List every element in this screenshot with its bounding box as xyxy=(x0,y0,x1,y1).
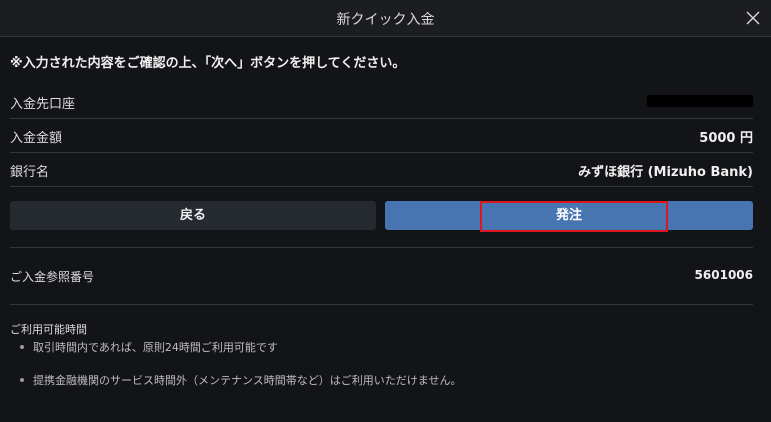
close-button[interactable] xyxy=(744,9,762,27)
reference-label: ご入金参照番号 xyxy=(10,270,95,284)
close-icon[interactable] xyxy=(744,9,762,27)
confirmation-notice: ※入力された内容をご確認の上、「次へ」ボタンを押してください。 xyxy=(10,56,406,71)
reference-value: 5601006 xyxy=(694,268,753,282)
detail-row-account: 入金先口座 xyxy=(10,85,753,119)
divider xyxy=(10,304,753,305)
list-item: 取引時間内であれば、原則24時間ご利用可能です xyxy=(20,339,278,355)
back-button[interactable]: 戻る xyxy=(10,201,376,230)
detail-value-bank: みずほ銀行 (Mizuho Bank) xyxy=(578,165,753,180)
quick-deposit-dialog: 新クイック入金 ※入力された内容をご確認の上、「次へ」ボタンを押してください。 … xyxy=(0,0,771,422)
order-button[interactable]: 発注 xyxy=(385,201,753,230)
dialog-titlebar: 新クイック入金 xyxy=(0,0,771,37)
bullet-icon xyxy=(20,345,24,349)
available-hours-title: ご利用可能時間 xyxy=(10,323,87,336)
detail-label-amount: 入金金額 xyxy=(10,131,63,146)
bullet-icon xyxy=(20,378,24,382)
dialog-title: 新クイック入金 xyxy=(336,12,435,28)
hours-item-text: 提携金融機関のサービス時間外（メンテナンス時間帯など）はご利用いただけません。 xyxy=(33,374,462,387)
hours-item-text: 取引時間内であれば、原則24時間ご利用可能です xyxy=(33,341,278,354)
redacted-account-value xyxy=(647,95,753,107)
list-item: 提携金融機関のサービス時間外（メンテナンス時間帯など）はご利用いただけません。 xyxy=(20,372,461,388)
detail-label-bank: 銀行名 xyxy=(10,165,50,180)
detail-label-account: 入金先口座 xyxy=(10,97,76,112)
detail-value-amount: 5000 円 xyxy=(699,131,753,146)
detail-row-amount: 入金金額 5000 円 xyxy=(10,119,753,153)
detail-row-bank: 銀行名 みずほ銀行 (Mizuho Bank) xyxy=(10,153,753,187)
divider xyxy=(10,247,753,248)
